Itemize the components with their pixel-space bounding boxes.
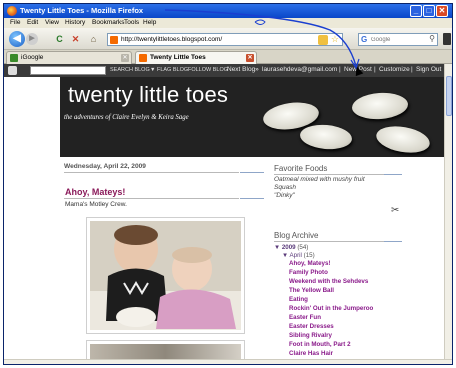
google-engine-icon[interactable]: G [361,35,367,44]
quick-edit-wrench-icon[interactable]: ✂ [391,205,399,216]
baby-shoe-image [299,122,353,152]
close-button[interactable]: ✕ [436,5,448,17]
igoogle-favicon-icon [10,54,18,62]
rss-icon[interactable] [318,35,328,45]
search-box[interactable]: G ⚲ [358,33,438,46]
search-icon[interactable]: ⚲ [429,34,435,43]
menu-bar: File Edit View History Bookmarks Tools H… [4,18,452,28]
post-photo[interactable] [86,217,245,334]
archive-post-link[interactable]: Weekend with the Sehdevs [289,278,368,285]
menu-view[interactable]: View [45,19,59,26]
search-input[interactable] [371,35,427,45]
url-text: http://twentylittletoes.blogspot.com/ [121,36,223,43]
tab-label: Twenty Little Toes [150,54,206,61]
browser-window: Twenty Little Toes - Mozilla Firefox _ □… [3,3,453,365]
blog-archive-heading: Blog Archive [274,231,319,240]
forward-button[interactable]: ▶ [26,33,38,45]
menu-help[interactable]: Help [143,19,156,26]
post-date: Wednesday, April 22, 2009 [64,163,146,170]
search-blog-link[interactable]: SEARCH BLOG [110,67,150,73]
account-email: laurasehdeva@gmail.com [262,66,338,73]
second-photo-image [90,344,241,359]
date-divider [64,172,239,173]
favorite-food-item: "Dinky" [274,192,295,199]
title-bar[interactable]: Twenty Little Toes - Mozilla Firefox _ □… [4,4,452,18]
blogger-navbar: SEARCH BLOG ▼ FLAG BLOG FOLLOW BLOG Next… [4,64,444,77]
reload-icon[interactable]: C [54,34,65,45]
blog-search-input[interactable] [30,66,106,75]
home-icon[interactable]: ⌂ [88,34,99,45]
address-bar[interactable]: http://twentylittletoes.blogspot.com/ ☆ [107,33,343,46]
scrollbar-thumb[interactable] [446,76,452,116]
menu-bookmarks[interactable]: Bookmarks [92,19,125,26]
stop-icon[interactable]: ✕ [70,34,81,45]
next-blog-link[interactable]: Next Blog» [227,66,259,73]
menu-edit[interactable]: Edit [27,19,38,26]
archive-post-link[interactable]: Easter Fun [289,314,321,321]
blogger-logo-icon[interactable] [8,66,17,75]
maximize-button[interactable]: □ [423,5,435,17]
baby-shoe-image [374,122,432,157]
sign-out-link[interactable]: Sign Out [416,66,441,73]
archive-post-link[interactable]: Eating [289,296,308,303]
page-viewport: SEARCH BLOG ▼ FLAG BLOG FOLLOW BLOG Next… [4,64,444,359]
menu-tools[interactable]: Tools [124,19,139,26]
tab-label: iGoogle [21,54,44,61]
archive-month-april[interactable]: ▼ April (15) [282,252,315,259]
blog-header[interactable]: twenty little toes the adventures of Cla… [60,77,444,157]
navigation-toolbar: ◀ ▶ C ✕ ⌂ http://twentylittletoes.blogsp… [4,28,452,50]
blog-subtitle: the adventures of Claire Evelyn & Keira … [64,114,189,121]
back-button[interactable]: ◀ [9,31,25,47]
tab-close-icon[interactable]: ✕ [121,54,129,62]
follow-blog-link[interactable]: FOLLOW BLOG [188,67,228,73]
archive-post-link[interactable]: Ahoy, Mateys! [289,260,331,267]
favorite-food-item: Oatmeal mixed with mushy fruit [274,176,365,183]
archive-post-link[interactable]: Claire Has Hair [289,350,333,357]
tab-close-icon[interactable]: ✕ [246,54,254,62]
title-divider [64,198,239,199]
horizontal-scrollbar[interactable] [4,359,452,364]
archive-post-link[interactable]: Rockin' Out in the Jumperoo [289,305,373,312]
toolbar-extension-icon[interactable] [443,33,451,45]
archive-post-link[interactable]: Foot in Mouth, Part 2 [289,341,351,348]
menu-file[interactable]: File [10,19,20,26]
favorite-food-item: Squash [274,184,297,191]
post-subtitle: Mama's Motley Crew. [65,201,127,208]
post-title[interactable]: Ahoy, Mateys! [65,187,125,197]
archive-post-link[interactable]: Sibling Rivalry [289,332,332,339]
post-photo[interactable] [86,340,245,359]
flag-blog-link[interactable]: ▼ FLAG BLOG [150,67,188,73]
archive-year-2009[interactable]: ▼ 2009 (54) [274,244,308,251]
tab-bar: iGoogle ✕ Twenty Little Toes ✕ [4,50,452,64]
bookmark-star-icon[interactable]: ☆ [331,34,339,45]
customize-link[interactable]: Customize [379,66,410,73]
tab-twenty-little-toes[interactable]: Twenty Little Toes ✕ [135,51,257,64]
blog-title[interactable]: twenty little toes [68,82,228,108]
babies-photo-image [90,221,241,330]
baby-shoe-image [351,91,409,121]
vertical-scrollbar[interactable] [444,64,452,359]
tab-igoogle[interactable]: iGoogle ✕ [6,51,132,64]
favorite-foods-heading: Favorite Foods [274,164,328,173]
firefox-icon [7,6,17,16]
archive-post-link[interactable]: Family Photo [289,269,328,276]
minimize-button[interactable]: _ [410,5,422,17]
window-title: Twenty Little Toes - Mozilla Firefox [20,6,144,15]
menu-history[interactable]: History [65,19,85,26]
site-favicon-icon [110,36,118,44]
blogger-favicon-icon [139,54,147,62]
archive-post-link[interactable]: The Yellow Ball [289,287,334,294]
archive-post-link[interactable]: Easter Dresses [289,323,334,330]
